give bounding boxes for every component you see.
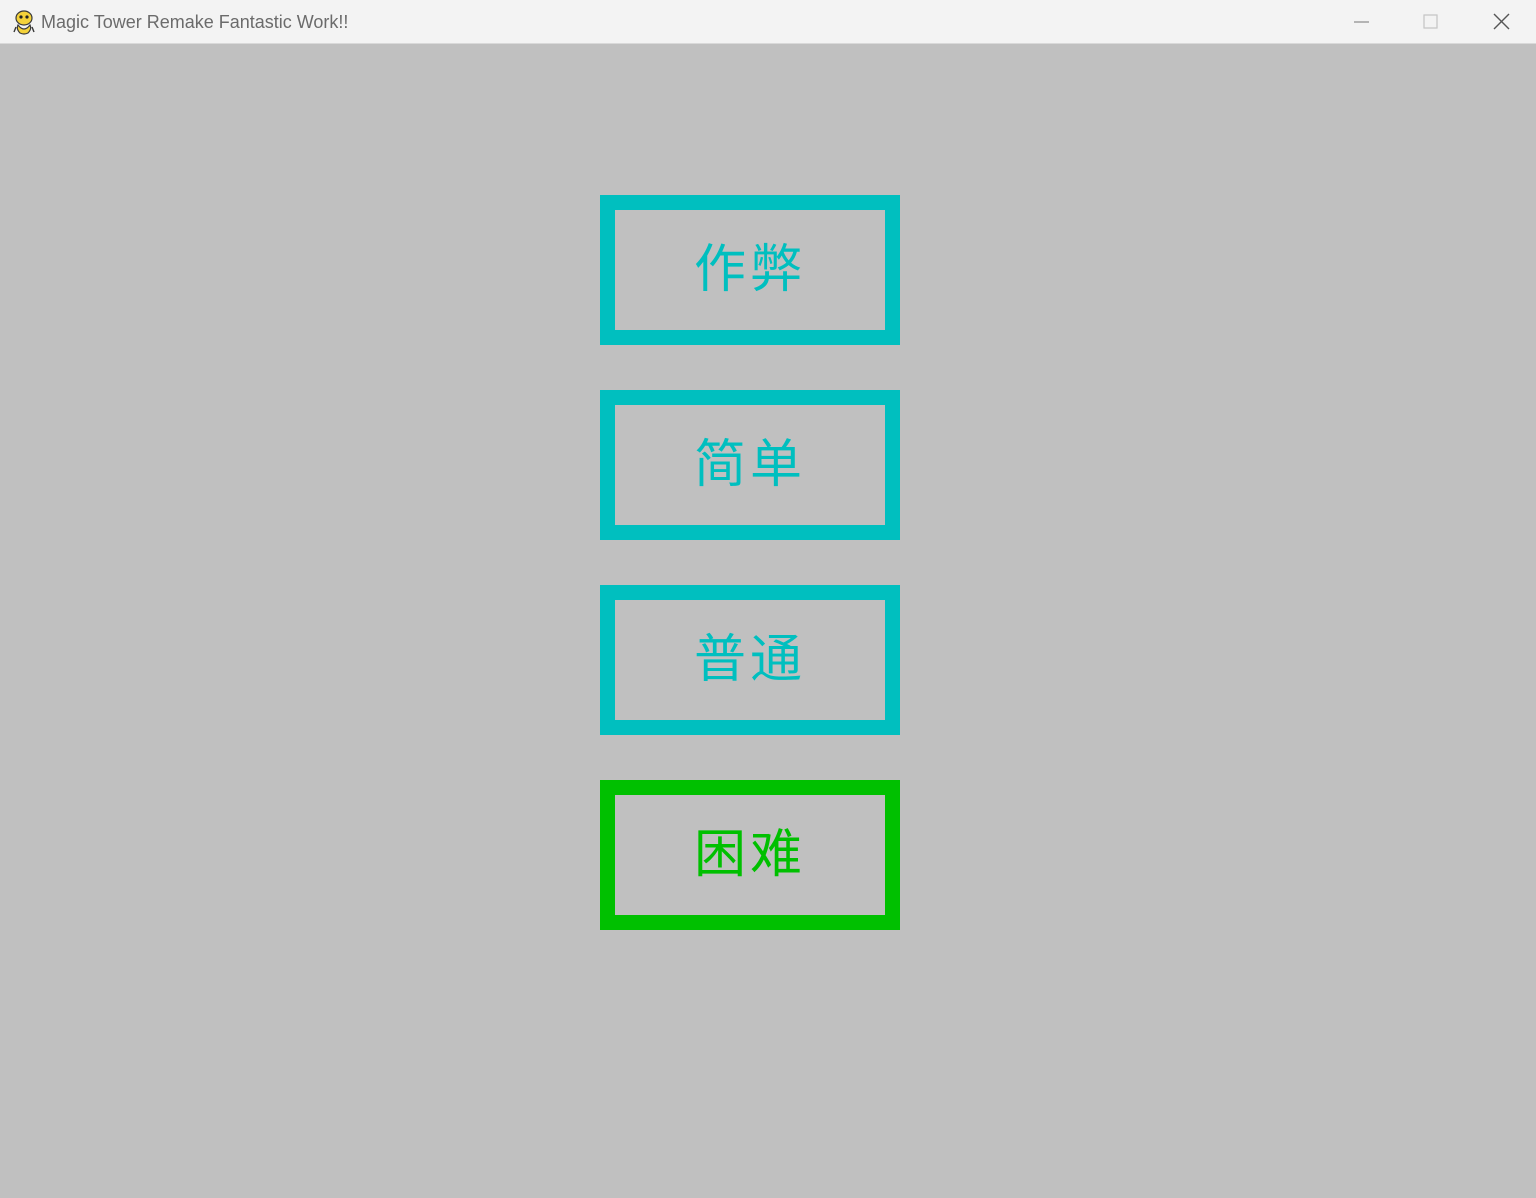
option-label: 简单 — [693, 435, 806, 495]
difficulty-hard-button[interactable]: 困难 — [600, 780, 900, 930]
close-icon — [1493, 13, 1510, 30]
close-button[interactable] — [1466, 0, 1536, 44]
maximize-icon — [1423, 14, 1438, 29]
option-label: 普通 — [693, 630, 806, 690]
option-label: 困难 — [693, 825, 806, 885]
minimize-icon — [1354, 21, 1369, 23]
minimize-button[interactable] — [1326, 0, 1396, 44]
option-label: 作弊 — [693, 240, 806, 300]
difficulty-cheat-button[interactable]: 作弊 — [600, 195, 900, 345]
maximize-button[interactable] — [1396, 0, 1466, 44]
game-window: Magic Tower Remake Fantastic Work!! 作弊 简… — [0, 0, 1536, 1198]
pygame-snake-icon — [12, 9, 36, 35]
difficulty-easy-button[interactable]: 简单 — [600, 390, 900, 540]
game-canvas: 作弊 简单 普通 困难 — [0, 45, 1536, 1198]
difficulty-normal-button[interactable]: 普通 — [600, 585, 900, 735]
window-title: Magic Tower Remake Fantastic Work!! — [41, 12, 349, 32]
title-bar[interactable]: Magic Tower Remake Fantastic Work!! — [0, 0, 1536, 44]
